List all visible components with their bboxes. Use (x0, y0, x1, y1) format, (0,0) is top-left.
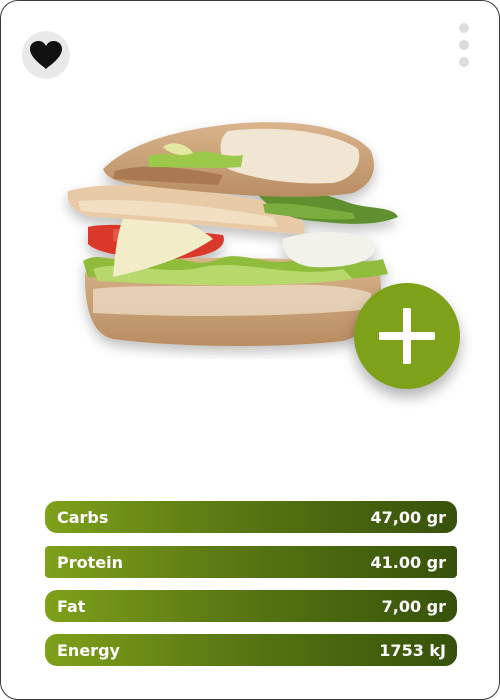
nutrient-label: Protein (57, 552, 123, 572)
nutrient-row-protein: Protein 41.00 gr (45, 546, 457, 578)
product-title-area (35, 406, 335, 412)
heart-icon (30, 41, 62, 69)
nutrient-label: Carbs (57, 507, 109, 527)
product-card: Carbs 47,00 gr Protein 41.00 gr Fat 7,00… (0, 0, 500, 700)
nutrient-label: Fat (57, 596, 86, 616)
nutrient-value: 47,00 gr (370, 507, 446, 527)
nutrient-row-carbs: Carbs 47,00 gr (45, 501, 457, 533)
nutrient-row-fat: Fat 7,00 gr (45, 590, 457, 622)
nutrient-row-energy: Energy 1753 kJ (45, 634, 457, 666)
dot (459, 23, 469, 33)
nutrient-value: 7,00 gr (381, 596, 446, 616)
nutrient-value: 41.00 gr (370, 552, 446, 572)
dot (459, 40, 469, 50)
nutrients-list: Carbs 47,00 gr Protein 41.00 gr Fat 7,00… (45, 501, 457, 679)
nutrient-label: Energy (57, 640, 120, 660)
dot (459, 57, 469, 67)
plus-icon (379, 308, 435, 364)
favorite-button[interactable] (22, 31, 70, 79)
more-options-button[interactable] (453, 21, 475, 69)
add-button[interactable] (354, 283, 460, 389)
nutrient-value: 1753 kJ (379, 640, 446, 660)
